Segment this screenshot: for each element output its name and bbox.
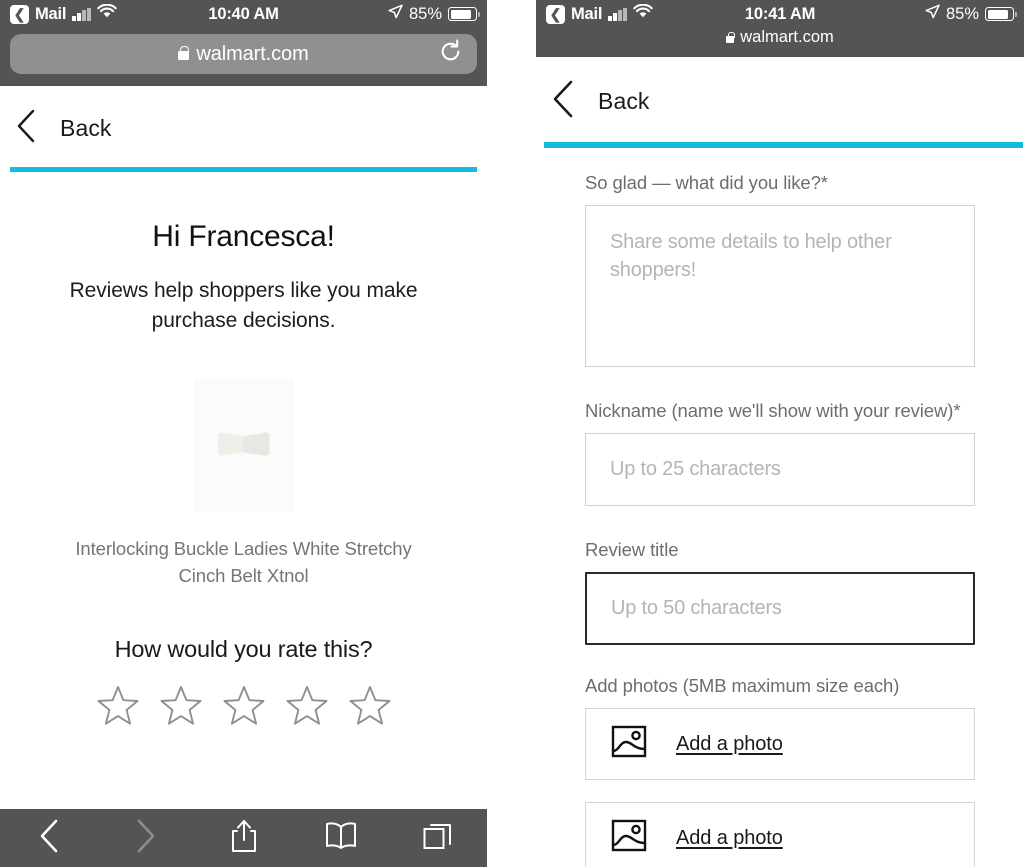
cellular-signal-icon — [608, 7, 627, 21]
toolbar-share-button[interactable] — [195, 818, 292, 859]
dual-screenshot-composite: ❮ Mail 10:40 AM 85% walmart.com Back Hi … — [0, 0, 1024, 867]
chevron-left-icon[interactable]: ❮ — [10, 4, 29, 24]
wifi-icon — [97, 3, 117, 24]
star-outline-icon[interactable] — [284, 683, 330, 734]
nickname-field-group: Nickname (name we'll show with your revi… — [585, 400, 975, 506]
greeting-heading: Hi Francesca! — [152, 220, 335, 253]
left-phone-screenshot: ❮ Mail 10:40 AM 85% walmart.com Back Hi … — [0, 0, 487, 867]
add-photo-label[interactable]: Add a photo — [676, 733, 783, 756]
image-placeholder-icon — [611, 725, 647, 763]
add-photo-button-2[interactable]: Add a photo — [585, 802, 975, 867]
page-back-nav-right[interactable]: Back — [536, 57, 1024, 142]
status-bar-right-group: 85% — [925, 4, 1018, 24]
url-bar-compact[interactable]: walmart.com — [536, 28, 1024, 57]
progress-bar-left — [10, 167, 477, 172]
nickname-label: Nickname (name we'll show with your revi… — [585, 400, 961, 421]
back-label[interactable]: Back — [598, 88, 650, 115]
toolbar-bookmarks-button[interactable] — [292, 821, 389, 856]
greeting-subtitle: Reviews help shoppers like you make purc… — [69, 279, 418, 332]
location-arrow-icon — [388, 4, 403, 24]
reload-icon[interactable] — [438, 39, 463, 69]
back-to-app-label[interactable]: Mail — [35, 5, 66, 24]
toolbar-back-button[interactable] — [0, 818, 97, 859]
url-bar[interactable]: walmart.com — [10, 34, 477, 74]
cellular-signal-icon — [72, 7, 91, 21]
star-outline-icon[interactable] — [158, 683, 204, 734]
chevron-left-icon[interactable] — [550, 79, 576, 124]
book-icon[interactable] — [324, 821, 358, 856]
rating-question: How would you rate this? — [114, 636, 373, 663]
status-bar-right-group: 85% — [388, 4, 481, 24]
review-title-field-group: Review title Up to 50 characters — [585, 539, 975, 645]
status-bar-left-group[interactable]: ❮ Mail — [546, 3, 653, 24]
location-arrow-icon — [925, 4, 940, 24]
chevron-left-icon[interactable]: ❮ — [546, 4, 565, 24]
add-photo-button-1[interactable]: Add a photo — [585, 708, 975, 780]
add-photos-label: Add photos (5MB maximum size each) — [585, 675, 900, 696]
product-title: Interlocking Buckle Ladies White Stretch… — [75, 537, 412, 587]
battery-icon — [985, 7, 1018, 21]
lock-icon — [726, 31, 735, 43]
review-title-label: Review title — [585, 539, 679, 560]
star-outline-icon[interactable] — [221, 683, 267, 734]
browser-url-bar-container: walmart.com — [0, 28, 487, 86]
status-bar-right: ❮ Mail 10:41 AM 85% — [536, 0, 1024, 28]
status-bar-left: ❮ Mail 10:40 AM 85% — [0, 0, 487, 28]
url-label[interactable]: walmart.com — [196, 43, 308, 66]
page-back-nav-left[interactable]: Back — [0, 86, 487, 167]
url-label[interactable]: walmart.com — [740, 28, 834, 47]
belt-buckle-graphic — [217, 432, 270, 457]
chevron-left-icon[interactable] — [14, 108, 38, 149]
tabs-icon[interactable] — [422, 820, 454, 857]
battery-icon — [448, 7, 481, 21]
back-to-app-label[interactable]: Mail — [571, 5, 602, 24]
add-photos-group: Add photos (5MB maximum size each) Add a… — [585, 675, 975, 867]
status-bar-left-group[interactable]: ❮ Mail — [10, 3, 117, 24]
battery-percent-label: 85% — [945, 4, 979, 23]
url-text-group[interactable]: walmart.com — [178, 43, 309, 66]
nickname-input[interactable]: Up to 25 characters — [585, 433, 975, 506]
review-text-label: So glad — what did you like?* — [585, 172, 828, 193]
review-form: So glad — what did you like?* Share some… — [536, 148, 1024, 867]
image-placeholder-icon — [611, 819, 647, 857]
review-text-input[interactable]: Share some details to help other shopper… — [585, 205, 975, 367]
star-rating-control[interactable] — [0, 683, 487, 734]
chevron-left-icon[interactable] — [36, 818, 62, 859]
chevron-right-icon[interactable] — [133, 818, 159, 859]
battery-percent-label: 85% — [408, 4, 442, 23]
safari-bottom-toolbar — [0, 809, 487, 867]
share-icon[interactable] — [229, 818, 259, 859]
toolbar-forward-button[interactable] — [97, 818, 194, 859]
back-label[interactable]: Back — [60, 115, 112, 142]
review-text-field-group: So glad — what did you like?* Share some… — [585, 172, 975, 367]
star-outline-icon[interactable] — [95, 683, 141, 734]
lock-icon — [178, 46, 190, 60]
right-phone-screenshot: ❮ Mail 10:41 AM 85% walmart.com Back So … — [536, 0, 1024, 867]
product-image — [193, 377, 294, 511]
toolbar-tabs-button[interactable] — [390, 820, 487, 857]
wifi-icon — [633, 3, 653, 24]
add-photo-label[interactable]: Add a photo — [676, 827, 783, 850]
review-title-input[interactable]: Up to 50 characters — [585, 572, 975, 645]
star-outline-icon[interactable] — [347, 683, 393, 734]
